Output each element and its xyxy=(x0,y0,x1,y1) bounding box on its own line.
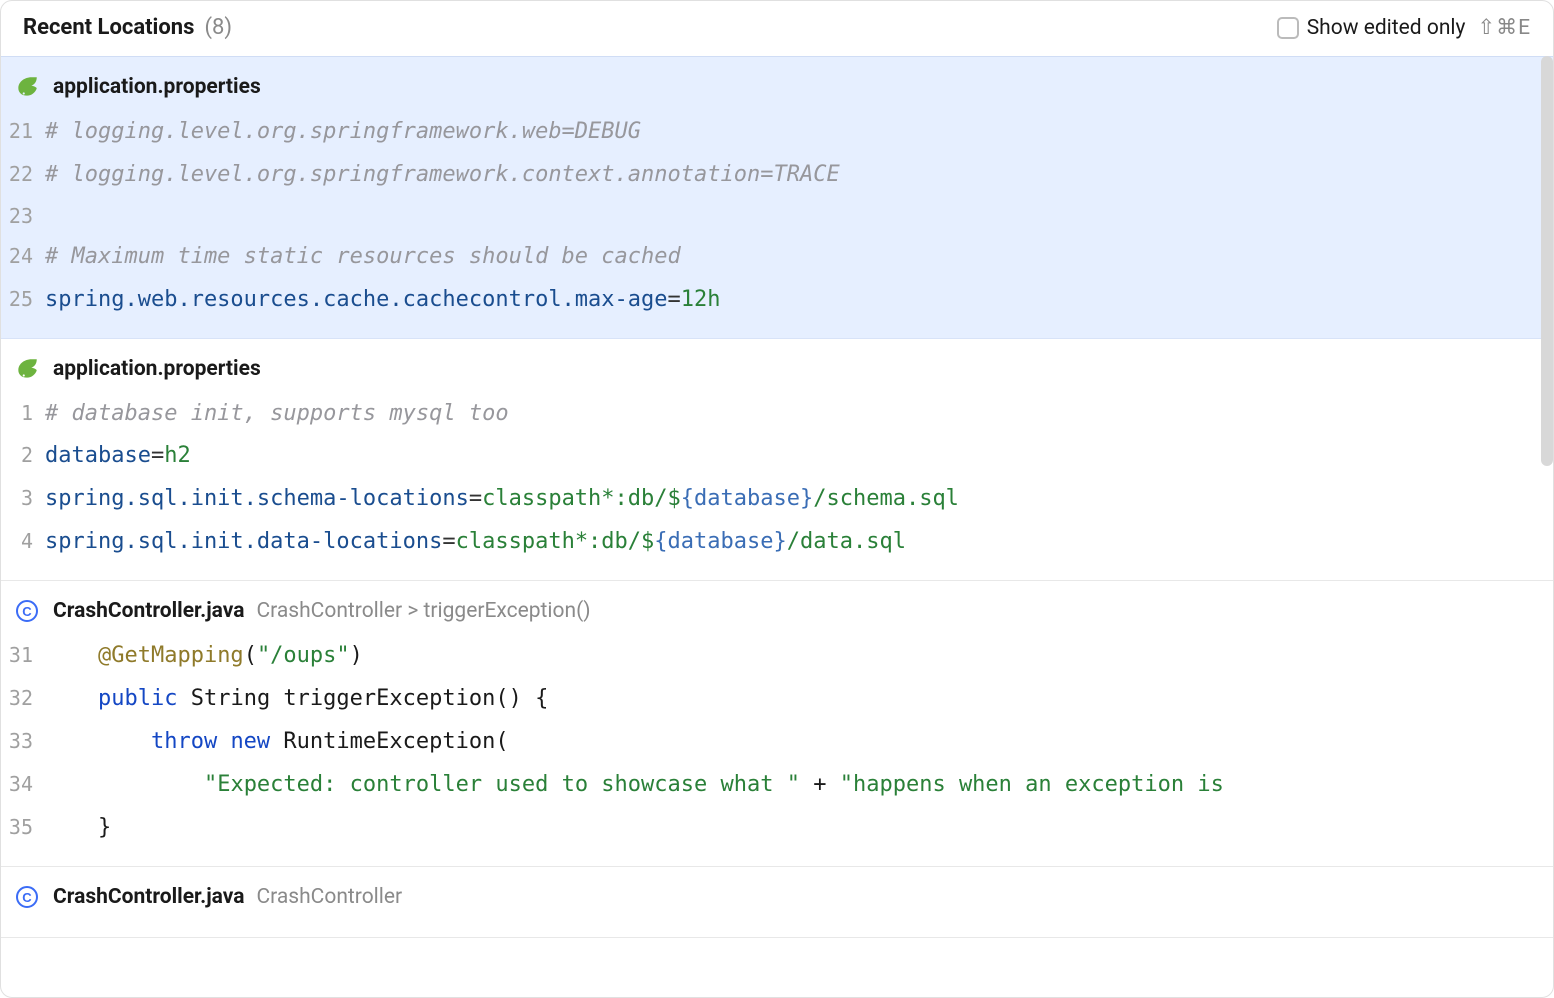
code-content: } xyxy=(45,807,111,850)
code-preview: 31 @GetMapping("/oups")32 public String … xyxy=(1,635,1553,849)
line-number: 24 xyxy=(1,237,45,276)
code-line[interactable]: 3spring.sql.init.schema-locations=classp… xyxy=(1,478,1553,521)
code-content: public String triggerException() { xyxy=(45,678,548,721)
line-number: 25 xyxy=(1,280,45,319)
keyboard-shortcut: ⇧⌘E xyxy=(1477,15,1531,40)
code-line[interactable]: 33 throw new RuntimeException( xyxy=(1,721,1553,764)
code-line[interactable]: 23 xyxy=(1,197,1553,236)
line-number: 2 xyxy=(1,436,45,475)
code-content: spring.sql.init.schema-locations=classpa… xyxy=(45,478,959,521)
code-content: database=h2 xyxy=(45,435,191,478)
code-line[interactable]: 4spring.sql.init.data-locations=classpat… xyxy=(1,521,1553,564)
svg-text:C: C xyxy=(22,604,32,619)
line-number: 31 xyxy=(1,636,45,675)
line-number: 34 xyxy=(1,765,45,804)
breadcrumb: CrashController xyxy=(256,885,402,909)
line-number: 21 xyxy=(1,112,45,151)
breadcrumb: CrashController > triggerException() xyxy=(256,599,590,623)
scrollbar-thumb[interactable] xyxy=(1541,56,1553,466)
code-line[interactable]: 22# logging.level.org.springframework.co… xyxy=(1,154,1553,197)
file-header-row[interactable]: C CrashController.java CrashController > t… xyxy=(1,597,1553,635)
line-number: 1 xyxy=(1,394,45,433)
location-item[interactable]: C CrashController.java CrashController xyxy=(1,867,1553,938)
header-right: Show edited only ⇧⌘E xyxy=(1277,15,1531,40)
file-name: application.properties xyxy=(53,357,261,381)
locations-list[interactable]: application.properties21# logging.level.… xyxy=(1,56,1553,997)
code-line[interactable]: 1# database init, supports mysql too xyxy=(1,393,1553,436)
code-line[interactable]: 34 "Expected: controller used to showcas… xyxy=(1,764,1553,807)
code-line[interactable]: 32 public String triggerException() { xyxy=(1,678,1553,721)
java-class-icon: C xyxy=(13,883,41,911)
file-header-row[interactable]: C CrashController.java CrashController xyxy=(1,883,1553,921)
code-line[interactable]: 25spring.web.resources.cache.cachecontro… xyxy=(1,279,1553,322)
location-count: (8) xyxy=(204,15,232,40)
header-left: Recent Locations (8) xyxy=(23,15,232,40)
line-number: 35 xyxy=(1,808,45,847)
page-title: Recent Locations xyxy=(23,15,194,40)
line-number: 4 xyxy=(1,522,45,561)
line-number: 3 xyxy=(1,479,45,518)
file-header-row[interactable]: application.properties xyxy=(1,73,1553,111)
code-content: # Maximum time static resources should b… xyxy=(45,236,681,279)
code-line[interactable]: 2database=h2 xyxy=(1,435,1553,478)
code-line[interactable]: 35 } xyxy=(1,807,1553,850)
code-content: spring.sql.init.data-locations=classpath… xyxy=(45,521,906,564)
show-edited-label[interactable]: Show edited only xyxy=(1307,16,1466,40)
code-line[interactable]: 31 @GetMapping("/oups") xyxy=(1,635,1553,678)
location-item[interactable]: application.properties 21# logging.level.… xyxy=(1,56,1553,339)
recent-locations-popup: Recent Locations (8) Show edited only ⇧⌘… xyxy=(0,0,1554,998)
line-number: 32 xyxy=(1,679,45,718)
svg-text:C: C xyxy=(22,890,32,905)
code-content: throw new RuntimeException( xyxy=(45,721,509,764)
code-content: # logging.level.org.springframework.cont… xyxy=(45,154,840,197)
code-content: # database init, supports mysql too xyxy=(45,393,509,436)
file-name: CrashController.java xyxy=(53,885,244,909)
line-number: 33 xyxy=(1,722,45,761)
show-edited-checkbox[interactable] xyxy=(1277,17,1299,39)
file-name: CrashController.java xyxy=(53,599,244,623)
spring-boot-icon xyxy=(13,73,41,101)
file-name: application.properties xyxy=(53,75,261,99)
code-line[interactable]: 24# Maximum time static resources should… xyxy=(1,236,1553,279)
code-content: spring.web.resources.cache.cachecontrol.… xyxy=(45,279,721,322)
spring-boot-icon xyxy=(13,355,41,383)
line-number: 23 xyxy=(1,197,45,236)
location-item[interactable]: C CrashController.java CrashController > t… xyxy=(1,581,1553,866)
code-preview: 21# logging.level.org.springframework.we… xyxy=(1,111,1553,322)
code-content: # logging.level.org.springframework.web=… xyxy=(45,111,641,154)
code-preview: 1# database init, supports mysql too2dat… xyxy=(1,393,1553,565)
location-item[interactable]: application.properties 1# database init, … xyxy=(1,339,1553,582)
code-content: "Expected: controller used to showcase w… xyxy=(45,764,1224,807)
line-number: 22 xyxy=(1,155,45,194)
code-line[interactable]: 21# logging.level.org.springframework.we… xyxy=(1,111,1553,154)
java-class-icon: C xyxy=(13,597,41,625)
code-content: @GetMapping("/oups") xyxy=(45,635,363,678)
header: Recent Locations (8) Show edited only ⇧⌘… xyxy=(1,1,1553,56)
file-header-row[interactable]: application.properties xyxy=(1,355,1553,393)
